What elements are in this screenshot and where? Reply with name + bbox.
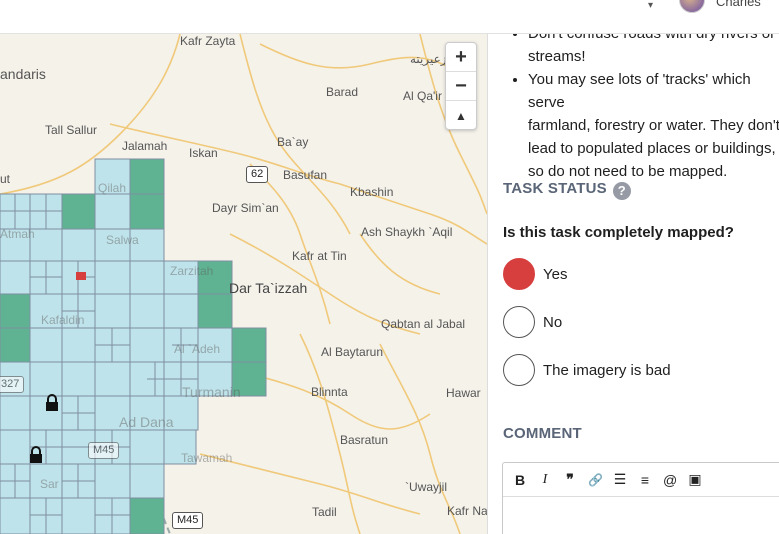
map-label: Dayr Sim`an <box>212 201 279 215</box>
map-label: andaris <box>0 66 46 82</box>
map-label: Kbashin <box>350 185 394 199</box>
lock-icon-red <box>76 272 86 280</box>
image-button[interactable]: ▣ <box>688 471 702 488</box>
map-label: Al Qa'ir <box>403 89 442 103</box>
bullet-list-button[interactable]: ☰ <box>613 471 627 488</box>
map-label-faint: Kafaldin <box>41 313 85 327</box>
user-name[interactable]: Charles <box>716 0 761 9</box>
option-label: The imagery is bad <box>543 361 671 379</box>
mention-button[interactable]: @ <box>663 472 677 488</box>
task-status-label: TASK STATUS <box>503 180 607 197</box>
list-item: You may see lots of 'tracks' which serve… <box>528 68 779 183</box>
map-label-faint: Qilah <box>98 181 127 195</box>
radio-yes[interactable] <box>503 258 535 290</box>
road-shield: M45 <box>88 442 120 459</box>
map-label: Basufan <box>283 168 328 182</box>
radio-imagery-bad[interactable] <box>503 354 535 386</box>
task-map[interactable]: Kafr Zayta andaris زعيريته Barad Al Qa'i… <box>0 34 487 534</box>
map-label-faint: Ad Dana <box>119 414 174 430</box>
map-label: Kafr Zayta <box>180 34 236 48</box>
map-label: زعيريته <box>410 52 447 66</box>
option-label: Yes <box>543 265 568 283</box>
map-label: Tadil <box>312 505 337 519</box>
map-label: Iskan <box>189 146 218 160</box>
option-no[interactable]: No <box>503 306 562 338</box>
map-label-town: Dar Ta`izzah <box>229 280 308 296</box>
road-shield: M45 <box>172 512 204 529</box>
map-label: Hawar <box>446 386 481 400</box>
instruction-text: Don't confuse roads with dry rivers or s… <box>528 34 775 65</box>
compass-button[interactable]: ▲ <box>446 101 476 130</box>
map-label-faint: Tawamah <box>181 451 233 465</box>
list-item: Don't confuse roads with dry rivers or s… <box>528 34 779 68</box>
completion-question: Is this task completely mapped? <box>503 224 734 241</box>
map-label: Qabtan al Jabal <box>381 317 466 331</box>
map-label: Tall Sallur <box>45 123 98 137</box>
map-label-faint: Zarzitah <box>170 264 214 278</box>
option-label: No <box>543 313 563 331</box>
map-label-faint: Atmah <box>0 227 35 241</box>
map-label: Basratun <box>340 433 389 447</box>
quote-button[interactable]: ❞ <box>563 471 577 488</box>
map-label: Jalamah <box>122 139 168 153</box>
map-label: Barad <box>326 85 359 99</box>
road-shield: 327 <box>0 376 25 393</box>
map-label: Blinnta <box>311 385 348 399</box>
zoom-control: + − ▲ <box>445 42 477 130</box>
map-label: Al Baytarun <box>321 345 384 359</box>
map-label: Kafr Na <box>447 504 487 518</box>
instructions-list: Don't confuse roads with dry rivers or s… <box>528 34 779 183</box>
zoom-out-button[interactable]: − <box>446 72 476 101</box>
map-label: ut <box>0 172 11 186</box>
map-label: Ash Shaykh `Aqil <box>361 225 453 239</box>
task-panel: Don't confuse roads with dry rivers or s… <box>487 34 779 534</box>
link-button[interactable]: 🔗 <box>588 473 603 487</box>
comment-heading: COMMENT <box>503 425 582 442</box>
road-shield: 62 <box>246 166 269 183</box>
map-label: `Uwayjil <box>405 480 447 494</box>
option-imagery-bad[interactable]: The imagery is bad <box>503 354 671 386</box>
comment-editor[interactable]: B I ❞ 🔗 ☰ ≡ @ ▣ <box>502 462 779 534</box>
editor-toolbar: B I ❞ 🔗 ☰ ≡ @ ▣ <box>503 463 779 497</box>
map-label-faint: Turmanin <box>182 384 241 400</box>
radio-no[interactable] <box>503 306 535 338</box>
map-label: Ba`ay <box>277 135 309 149</box>
numbered-list-button[interactable]: ≡ <box>638 472 652 488</box>
instruction-text: You may see lots of 'tracks' which serve… <box>528 71 779 180</box>
option-yes[interactable]: Yes <box>503 258 567 290</box>
map-label-faint: Sar <box>40 477 59 491</box>
task-status-heading: TASK STATUS? <box>503 180 631 200</box>
help-icon[interactable]: ? <box>612 182 631 200</box>
bold-button[interactable]: B <box>513 472 527 488</box>
chevron-down-icon[interactable]: ▾ <box>648 0 653 11</box>
map-label-faint: Salwa <box>106 233 139 247</box>
avatar[interactable] <box>679 0 705 13</box>
map-label: Kafr at Tin <box>292 249 347 263</box>
top-bar: ▾ Charles <box>0 0 779 34</box>
north-arrow-icon: ▲ <box>455 108 467 123</box>
map-label-faint: Al `Adeh <box>174 342 221 356</box>
italic-button[interactable]: I <box>538 472 552 488</box>
zoom-in-button[interactable]: + <box>446 43 476 72</box>
